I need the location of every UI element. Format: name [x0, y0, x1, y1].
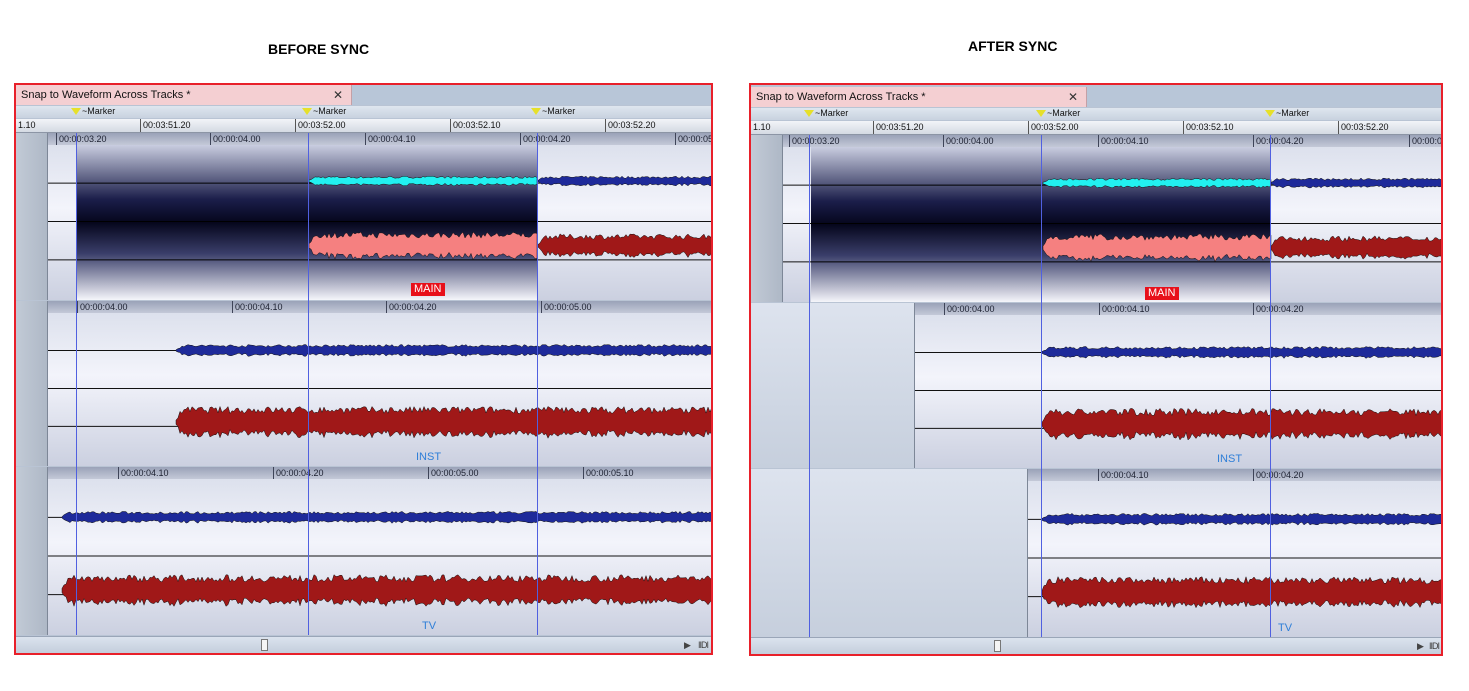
- zoom-end-icon[interactable]: IIDI: [1429, 641, 1440, 651]
- track-inst[interactable]: 00:00:04.00 00:00:04.10 00:00:04.20 00:0…: [16, 301, 711, 466]
- track-label-main: MAIN: [411, 283, 445, 296]
- waveform-main: [783, 147, 1441, 302]
- track-label-tv: TV: [422, 620, 437, 632]
- waveform-left: [175, 344, 711, 357]
- track-tv[interactable]: 00:00:04.10 00:00:04.20 00:00:05.00 00:0…: [16, 467, 711, 635]
- marker-flag-icon: [1036, 110, 1046, 118]
- marker[interactable]: ~Marker: [1265, 108, 1309, 120]
- editor-tab[interactable]: Snap to Waveform Across Tracks * ✕: [751, 87, 1087, 107]
- marker-strip: ~Marker ~Marker ~Marker: [16, 106, 711, 118]
- track-header[interactable]: [751, 469, 1028, 637]
- ruler-tick: 00:03:52.00: [295, 119, 346, 132]
- close-tab-icon[interactable]: ✕: [333, 85, 343, 105]
- zoom-end-icon[interactable]: IIDI: [698, 640, 709, 650]
- waveform-left: [1041, 346, 1441, 359]
- waveform-left: [1270, 177, 1441, 189]
- track-inst[interactable]: 00:00:04.00 00:00:04.10 00:00:04.20 INST: [751, 303, 1441, 468]
- marker-line: [1270, 135, 1271, 637]
- editor-tab-title: Snap to Waveform Across Tracks *: [21, 89, 191, 101]
- waveform-left: [537, 175, 711, 187]
- tab-bar: Snap to Waveform Across Tracks * ✕: [751, 87, 1441, 107]
- close-tab-icon[interactable]: ✕: [1068, 87, 1078, 107]
- waveform-tv: [48, 511, 711, 608]
- marker-line: [308, 133, 309, 635]
- tab-bar: Snap to Waveform Across Tracks * ✕: [16, 85, 711, 105]
- horizontal-scrollbar[interactable]: ▶ IIDI: [16, 636, 711, 653]
- ruler-tick: 00:03:52.00: [1028, 121, 1079, 134]
- ruler-tick: 00:03:51.20: [873, 121, 924, 134]
- play-icon[interactable]: ▶: [684, 640, 691, 651]
- editor-tab[interactable]: Snap to Waveform Across Tracks * ✕: [16, 85, 352, 105]
- track-label-main: MAIN: [1145, 287, 1179, 300]
- before-sync-heading: BEFORE SYNC: [268, 41, 370, 57]
- marker-line: [537, 133, 538, 635]
- track-label-inst: INST: [416, 451, 442, 463]
- waveform-right-selected: [1042, 233, 1272, 263]
- marker-flag-icon: [531, 108, 541, 116]
- track-header[interactable]: [16, 133, 48, 300]
- marker-line: [1041, 135, 1042, 637]
- track-main[interactable]: 00:00:03.20 00:00:04.00 00:00:04.10 00:0…: [16, 133, 711, 300]
- marker[interactable]: ~Marker: [1036, 108, 1080, 120]
- marker-line: [809, 135, 810, 637]
- marker-strip: ~Marker ~Marker ~Marker: [751, 108, 1441, 120]
- audio-clip-tv[interactable]: 00:00:04.10 00:00:04.20: [1028, 469, 1441, 637]
- waveform-inst: [48, 344, 711, 439]
- audio-clip-main[interactable]: 00:00:03.20 00:00:04.00 00:00:04.10 00:0…: [783, 135, 1441, 302]
- audio-clip-inst[interactable]: 00:00:04.00 00:00:04.10 00:00:04.20 00:0…: [48, 301, 711, 466]
- marker[interactable]: ~Marker: [804, 108, 848, 120]
- after-sync-editor: Snap to Waveform Across Tracks * ✕ ~Mark…: [749, 83, 1443, 656]
- waveform-right: [537, 233, 711, 258]
- ruler-tick: 00:03:52.20: [1338, 121, 1389, 134]
- waveform-inst: [915, 346, 1441, 441]
- ruler-lead-label: 1.10: [753, 122, 771, 132]
- waveform-right: [175, 405, 711, 439]
- track-label-inst: INST: [1217, 453, 1243, 465]
- before-sync-editor: Snap to Waveform Across Tracks * ✕ ~Mark…: [14, 83, 713, 655]
- scroll-thumb[interactable]: [261, 639, 268, 651]
- waveform-right: [1270, 235, 1441, 260]
- ruler-tick: 00:03:52.20: [605, 119, 656, 132]
- timeline-ruler[interactable]: 1.10 00:03:51.20 00:03:52.00 00:03:52.10…: [16, 119, 711, 133]
- waveform-left: [61, 511, 711, 524]
- marker[interactable]: ~Marker: [302, 106, 346, 118]
- play-icon[interactable]: ▶: [1417, 641, 1424, 652]
- waveform-main: [48, 145, 711, 300]
- audio-clip-tv[interactable]: 00:00:04.10 00:00:04.20 00:00:05.00 00:0…: [48, 467, 711, 635]
- marker-flag-icon: [71, 108, 81, 116]
- track-main[interactable]: 00:00:03.20 00:00:04.00 00:00:04.10 00:0…: [751, 135, 1441, 302]
- track-label-tv: TV: [1278, 622, 1293, 634]
- ruler-tick: 00:03:52.10: [450, 119, 501, 132]
- ruler-tick: 00:03:51.20: [140, 119, 191, 132]
- ruler-lead-label: 1.10: [18, 120, 36, 130]
- marker-flag-icon: [302, 108, 312, 116]
- marker[interactable]: ~Marker: [531, 106, 575, 118]
- waveform-tv: [1028, 513, 1441, 609]
- waveform-right: [1041, 575, 1441, 609]
- audio-clip-main[interactable]: 00:00:03.20 00:00:04.00 00:00:04.10 00:0…: [48, 133, 711, 300]
- waveform-right: [1041, 407, 1441, 441]
- horizontal-scrollbar[interactable]: ▶ IIDI: [751, 637, 1441, 654]
- timeline-ruler[interactable]: 1.10 00:03:51.20 00:03:52.00 00:03:52.10…: [751, 121, 1441, 135]
- after-sync-heading: AFTER SYNC: [968, 38, 1058, 54]
- marker[interactable]: ~Marker: [71, 106, 115, 118]
- marker-flag-icon: [1265, 110, 1275, 118]
- track-header[interactable]: [751, 303, 915, 468]
- scroll-thumb[interactable]: [994, 640, 1001, 652]
- track-tv[interactable]: 00:00:04.10 00:00:04.20 TV: [751, 469, 1441, 637]
- ruler-tick: 00:03:52.10: [1183, 121, 1234, 134]
- waveform-right: [61, 574, 711, 608]
- track-header[interactable]: [16, 467, 48, 635]
- waveform-left-selected: [308, 175, 538, 187]
- audio-clip-inst[interactable]: 00:00:04.00 00:00:04.10 00:00:04.20: [915, 303, 1441, 468]
- waveform-left: [1041, 513, 1441, 526]
- editor-tab-title: Snap to Waveform Across Tracks *: [756, 91, 926, 103]
- marker-flag-icon: [804, 110, 814, 118]
- track-header[interactable]: [16, 301, 48, 466]
- marker-line: [76, 133, 77, 635]
- track-header[interactable]: [751, 135, 783, 302]
